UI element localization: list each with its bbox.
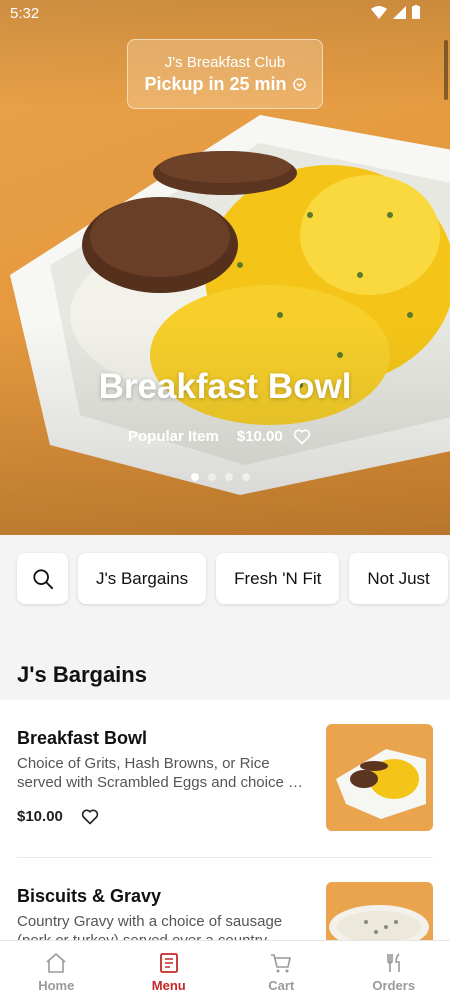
restaurant-name: J's Breakfast Club — [164, 54, 286, 71]
menu-list: Breakfast Bowl Choice of Grits, Hash Bro… — [0, 700, 450, 940]
carousel-dots[interactable] — [191, 473, 250, 481]
nav-label: Orders — [372, 978, 416, 993]
signal-icon — [393, 5, 406, 19]
nav-label: Cart — [268, 978, 295, 993]
item-description: Country Gravy with a choice of sausage (… — [17, 913, 283, 940]
menu-book-icon — [159, 953, 178, 973]
item-name: Breakfast Bowl — [17, 728, 148, 748]
search-icon — [32, 568, 53, 589]
fork-knife-icon — [386, 953, 400, 972]
category-chip[interactable]: Not Just — [349, 553, 448, 604]
category-chip[interactable]: Fresh 'N Fit — [216, 553, 340, 604]
carousel-dot[interactable] — [225, 473, 233, 481]
nav-label: Menu — [151, 978, 186, 993]
home-icon — [46, 953, 66, 973]
heart-icon[interactable] — [293, 429, 311, 445]
scroll-indicator[interactable] — [444, 40, 448, 100]
status-icons — [371, 5, 420, 19]
hero-banner[interactable]: 5:32 J's Breakfast Club Pickup in 25 min… — [0, 0, 450, 535]
carousel-dot[interactable] — [191, 473, 199, 481]
heart-icon[interactable] — [81, 809, 99, 825]
item-price: $10.00 — [17, 808, 63, 825]
carousel-dot[interactable] — [208, 473, 216, 481]
item-image — [326, 882, 433, 940]
item-image — [326, 724, 433, 831]
search-button[interactable] — [17, 553, 68, 604]
carousel-dot[interactable] — [242, 473, 250, 481]
pickup-selector[interactable]: J's Breakfast Club Pickup in 25 min — [127, 39, 323, 109]
category-bar: J's Bargains Fresh 'N Fit Not Just — [17, 553, 448, 604]
item-name: Biscuits & Gravy — [17, 886, 162, 906]
wifi-icon — [371, 5, 387, 19]
status-bar: 5:32 — [0, 0, 450, 28]
hero-price: $10.00 — [236, 428, 283, 445]
hero-title: Breakfast Bowl — [98, 367, 352, 406]
bottom-nav: Home Menu Cart Orders — [0, 940, 450, 1000]
category-chip[interactable]: J's Bargains — [78, 553, 207, 604]
battery-icon — [412, 5, 420, 19]
nav-home[interactable]: Home — [0, 941, 113, 1000]
status-time: 5:32 — [10, 5, 40, 22]
chevron-down-circle-icon — [292, 78, 306, 91]
nav-menu[interactable]: Menu — [113, 941, 226, 1000]
section-title: J's Bargains — [17, 662, 147, 687]
nav-orders[interactable]: Orders — [338, 941, 450, 1000]
nav-label: Home — [38, 978, 75, 993]
menu-item[interactable]: Breakfast Bowl Choice of Grits, Hash Bro… — [0, 700, 450, 858]
pickup-time: Pickup in 25 min — [144, 74, 287, 94]
popular-tag: Popular Item — [128, 428, 219, 445]
item-description: Choice of Grits, Hash Browns, or Rice se… — [17, 755, 301, 791]
menu-item[interactable]: Biscuits & Gravy Country Gravy with a ch… — [0, 858, 450, 940]
cart-icon — [271, 954, 292, 973]
nav-cart[interactable]: Cart — [225, 941, 338, 1000]
